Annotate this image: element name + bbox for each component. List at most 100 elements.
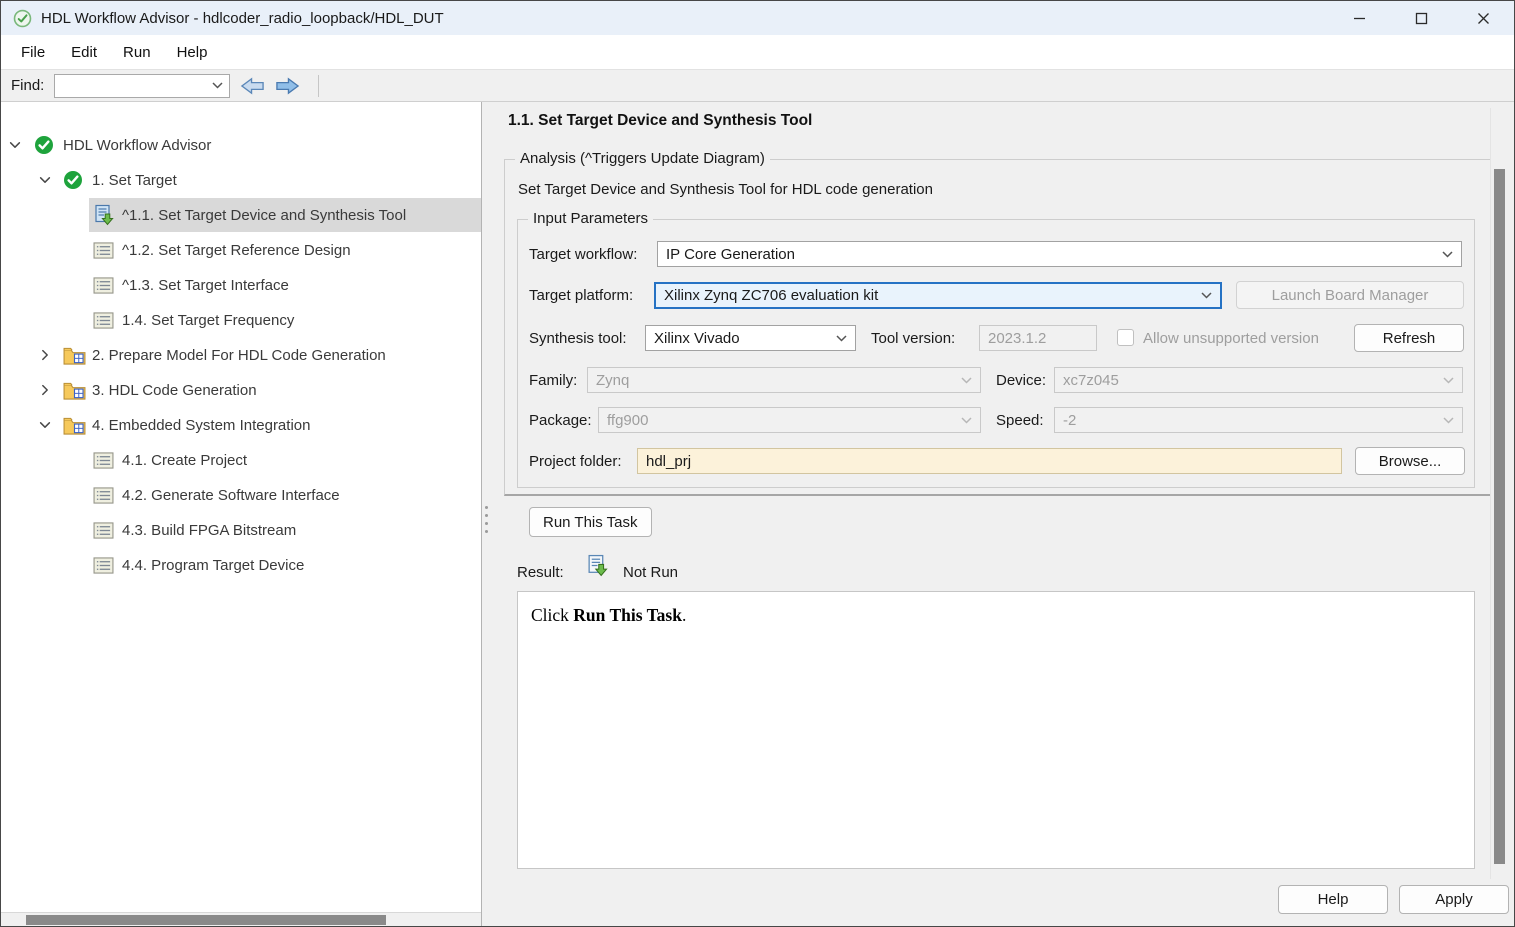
- device-label: Device:: [996, 372, 1046, 389]
- tree-item-label: HDL Workflow Advisor: [63, 137, 211, 154]
- target-workflow-dropdown[interactable]: IP Core Generation: [657, 241, 1462, 267]
- task-list-icon: [93, 522, 114, 539]
- task-detail-panel: 1.1. Set Target Device and Synthesis Too…: [491, 102, 1514, 926]
- maximize-button[interactable]: [1390, 1, 1452, 35]
- speed-dropdown: -2: [1054, 407, 1463, 433]
- workflow-tree-panel: HDL Workflow Advisor 1. Set Target ^1.1.…: [1, 102, 482, 926]
- browse-button[interactable]: Browse...: [1355, 447, 1465, 475]
- find-previous-button[interactable]: [240, 76, 265, 96]
- run-task-icon: [93, 204, 115, 226]
- scrollbar-thumb[interactable]: [1494, 169, 1505, 864]
- result-label: Result:: [517, 564, 564, 581]
- synthesis-tool-dropdown[interactable]: Xilinx Vivado: [645, 325, 856, 351]
- check-passed-icon: [34, 135, 54, 155]
- chevron-right-icon[interactable]: [37, 383, 53, 397]
- scrollbar-thumb[interactable]: [26, 915, 386, 925]
- launch-board-manager-button: Launch Board Manager: [1236, 281, 1464, 309]
- chevron-down-icon[interactable]: [37, 173, 53, 187]
- package-label: Package:: [529, 412, 592, 429]
- allow-unsupported-label: Allow unsupported version: [1143, 330, 1319, 347]
- check-passed-icon: [63, 170, 83, 190]
- tree-item-label: ^1.2. Set Target Reference Design: [122, 242, 351, 259]
- window-title: HDL Workflow Advisor - hdlcoder_radio_lo…: [41, 10, 444, 27]
- menu-help[interactable]: Help: [165, 40, 220, 65]
- tree-item-generate-software-interface[interactable]: 4.2. Generate Software Interface: [1, 480, 481, 510]
- chevron-down-icon: [836, 335, 847, 342]
- task-list-icon: [93, 557, 114, 574]
- chevron-right-icon[interactable]: [37, 348, 53, 362]
- tree-item-label: 2. Prepare Model For HDL Code Generation: [92, 347, 386, 364]
- tree-item-set-target[interactable]: 1. Set Target: [1, 165, 481, 195]
- run-this-task-button[interactable]: Run This Task: [529, 507, 652, 537]
- project-folder-input[interactable]: hdl_prj: [637, 448, 1342, 474]
- menu-file[interactable]: File: [9, 40, 57, 65]
- result-output-box: Click Run This Task.: [517, 591, 1475, 869]
- chevron-down-icon[interactable]: [212, 82, 223, 89]
- panel-splitter[interactable]: [482, 102, 491, 926]
- task-list-icon: [93, 487, 114, 504]
- tree-item-set-target-device-and-synthesis-tool[interactable]: ^1.1. Set Target Device and Synthesis To…: [1, 200, 481, 230]
- tree-item-program-target-device[interactable]: 4.4. Program Target Device: [1, 550, 481, 580]
- task-title: 1.1. Set Target Device and Synthesis Too…: [508, 112, 812, 130]
- tree-item-embedded-system-integration[interactable]: 4. Embedded System Integration: [1, 410, 481, 440]
- menu-run[interactable]: Run: [111, 40, 163, 65]
- input-parameters-legend: Input Parameters: [528, 210, 653, 227]
- tree-item-set-target-frequency[interactable]: 1.4. Set Target Frequency: [1, 305, 481, 335]
- close-button[interactable]: [1452, 1, 1514, 35]
- device-dropdown: xc7z045: [1054, 367, 1463, 393]
- chevron-down-icon: [961, 377, 972, 384]
- menu-edit[interactable]: Edit: [59, 40, 109, 65]
- tree-item-label: ^1.3. Set Target Interface: [122, 277, 289, 294]
- target-platform-dropdown[interactable]: Xilinx Zynq ZC706 evaluation kit: [654, 282, 1222, 309]
- help-button[interactable]: Help: [1278, 885, 1388, 914]
- tree-item-create-project[interactable]: 4.1. Create Project: [1, 445, 481, 475]
- task-list-icon: [93, 312, 114, 329]
- toolbar-separator: [318, 75, 319, 97]
- chevron-down-icon[interactable]: [7, 138, 23, 152]
- chevron-down-icon: [1442, 251, 1453, 258]
- menubar: File Edit Run Help: [1, 35, 1514, 69]
- advisor-app-icon: [13, 9, 32, 28]
- chevron-down-icon: [961, 417, 972, 424]
- tree-item-prepare-model[interactable]: 2. Prepare Model For HDL Code Generation: [1, 340, 481, 370]
- task-list-icon: [93, 452, 114, 469]
- find-next-button[interactable]: [275, 76, 300, 96]
- tree-item-build-fpga-bitstream[interactable]: 4.3. Build FPGA Bitstream: [1, 515, 481, 545]
- tree-horizontal-scrollbar[interactable]: [1, 912, 481, 926]
- tree-item-hdl-code-generation[interactable]: 3. HDL Code Generation: [1, 375, 481, 405]
- result-message: Click Run This Task.: [531, 605, 1474, 626]
- target-workflow-label: Target workflow:: [529, 246, 637, 263]
- task-description: Set Target Device and Synthesis Tool for…: [518, 181, 933, 198]
- splitter-grip-icon[interactable]: [485, 506, 488, 538]
- synthesis-tool-label: Synthesis tool:: [529, 330, 627, 347]
- folder-task-icon: [63, 381, 86, 400]
- tree-item-label: 4.3. Build FPGA Bitstream: [122, 522, 296, 539]
- chevron-down-icon: [1443, 417, 1454, 424]
- find-label: Find:: [11, 77, 44, 94]
- family-label: Family:: [529, 372, 577, 389]
- minimize-button[interactable]: [1328, 1, 1390, 35]
- chevron-down-icon: [1201, 292, 1212, 299]
- apply-button[interactable]: Apply: [1399, 885, 1509, 914]
- project-folder-label: Project folder:: [529, 453, 622, 470]
- tree-item-set-target-reference-design[interactable]: ^1.2. Set Target Reference Design: [1, 235, 481, 265]
- chevron-down-icon[interactable]: [37, 418, 53, 432]
- tree-item-label: 4.4. Program Target Device: [122, 557, 304, 574]
- tree-item-label: 3. HDL Code Generation: [92, 382, 257, 399]
- refresh-button[interactable]: Refresh: [1354, 324, 1464, 352]
- tree-item-label: 4. Embedded System Integration: [92, 417, 310, 434]
- tree-item-set-target-interface[interactable]: ^1.3. Set Target Interface: [1, 270, 481, 300]
- titlebar: HDL Workflow Advisor - hdlcoder_radio_lo…: [1, 1, 1514, 35]
- not-run-status-icon: [586, 554, 609, 577]
- tool-version-label: Tool version:: [871, 330, 955, 347]
- target-platform-label: Target platform:: [529, 287, 633, 304]
- tree-item-label: ^1.1. Set Target Device and Synthesis To…: [122, 207, 406, 224]
- allow-unsupported-checkbox: [1117, 329, 1134, 346]
- find-combobox[interactable]: [54, 74, 230, 98]
- analysis-legend: Analysis (^Triggers Update Diagram): [515, 150, 770, 167]
- folder-task-icon: [63, 416, 86, 435]
- task-list-icon: [93, 277, 114, 294]
- tree-item-hdl-workflow-advisor[interactable]: HDL Workflow Advisor: [1, 130, 481, 160]
- speed-label: Speed:: [996, 412, 1044, 429]
- find-input[interactable]: [55, 75, 212, 97]
